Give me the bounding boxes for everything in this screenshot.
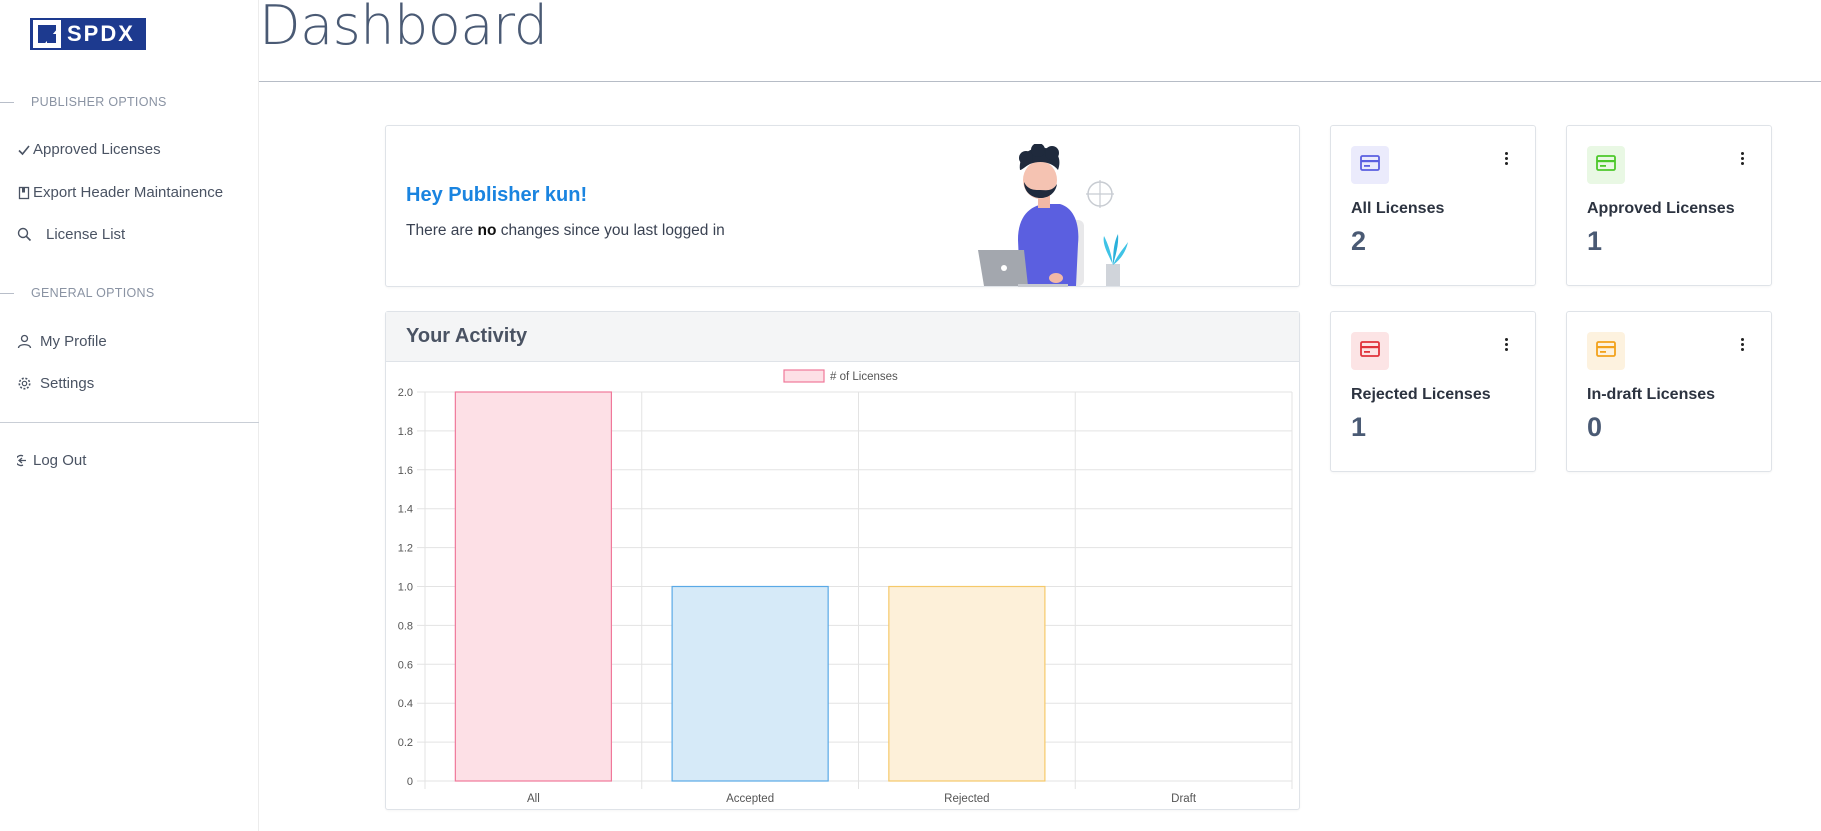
y-tick-label: 1.6	[398, 465, 413, 477]
card-icon	[1360, 154, 1380, 176]
bar-all	[454, 391, 613, 782]
sidebar: SPDX PUBLISHER OPTIONS Approved Licenses…	[0, 0, 259, 831]
section-dash	[0, 101, 14, 103]
legend-label: # of Licenses	[830, 371, 898, 383]
welcome-text-before: There are	[406, 222, 478, 239]
stat-label: Approved Licenses	[1587, 200, 1735, 217]
stat-card-all-licenses: All Licenses 2	[1330, 125, 1536, 286]
logout-label: Log Out	[33, 452, 87, 469]
card-icon	[1596, 340, 1616, 362]
activity-header: Your Activity	[386, 312, 1299, 362]
sidebar-item-label: My Profile	[40, 333, 107, 350]
gear-icon	[16, 376, 32, 392]
y-tick-label: 0.8	[398, 620, 413, 632]
stat-label: In-draft Licenses	[1587, 386, 1716, 403]
welcome-text-bold: no	[477, 222, 497, 239]
welcome-card: Hey Publisher kun! There are no changes …	[385, 125, 1300, 287]
spdx-logo[interactable]: SPDX	[30, 18, 146, 50]
more-options-icon[interactable]	[1505, 338, 1509, 352]
welcome-text-after: changes since you last logged in	[496, 222, 725, 239]
sidebar-item-label: Export Header Maintainence	[33, 184, 224, 201]
stat-badge	[1587, 146, 1625, 184]
y-tick-label: 0.6	[398, 659, 413, 671]
y-tick-label: 2.0	[398, 387, 413, 399]
book-icon	[16, 185, 32, 201]
card-icon	[1360, 340, 1380, 362]
x-tick-label: Draft	[1171, 793, 1197, 805]
section-dash	[0, 292, 14, 294]
sidebar-divider	[0, 422, 259, 423]
sidebar-item-label: Settings	[40, 375, 95, 392]
check-icon	[16, 142, 32, 158]
section-label-text: PUBLISHER OPTIONS	[31, 95, 167, 109]
sidebar-item-label: Approved Licenses	[33, 141, 161, 158]
y-tick-label: 0.2	[398, 737, 413, 749]
stat-label: All Licenses	[1351, 200, 1445, 217]
sidebar-item-my-profile[interactable]: My Profile	[16, 333, 107, 350]
activity-bar-chart: 0 0.2 0.4 0.6 0.8 1.0 1.2 1.4 1.6 1.8 2.0 All Accept…	[398, 369, 1293, 805]
y-tick-label: 1.2	[398, 543, 413, 555]
search-icon	[16, 227, 32, 243]
stat-value: 1	[1351, 412, 1367, 442]
stat-badge	[1351, 332, 1389, 370]
legend-swatch	[783, 369, 825, 383]
stat-card-rejected-licenses: Rejected Licenses 1	[1330, 311, 1536, 472]
sidebar-item-license-list[interactable]: License List	[16, 226, 125, 243]
sidebar-item-approved-licenses[interactable]: Approved Licenses	[16, 141, 161, 158]
bar-rejected	[888, 585, 1046, 782]
stat-value: 2	[1351, 226, 1367, 256]
stat-value: 0	[1587, 412, 1603, 442]
more-options-icon[interactable]	[1741, 152, 1745, 166]
more-options-icon[interactable]	[1505, 152, 1509, 166]
logout-button[interactable]: Log Out	[16, 452, 86, 469]
section-label-general: GENERAL OPTIONS	[0, 286, 155, 300]
y-tick-label: 1.8	[398, 426, 413, 438]
welcome-text: There are no changes since you last logg…	[406, 222, 725, 240]
x-tick-label: Rejected	[944, 793, 989, 805]
stat-card-in-draft-licenses: In-draft Licenses 0	[1566, 311, 1772, 472]
x-tick-label: All	[527, 793, 540, 805]
header-divider	[259, 81, 1821, 82]
sidebar-item-export-header[interactable]: Export Header Maintainence	[16, 184, 223, 201]
section-label-text: GENERAL OPTIONS	[31, 286, 155, 300]
publisher-illustration	[958, 143, 1138, 288]
y-tick-label: 0.4	[398, 698, 413, 710]
activity-card: Your Activity 0 0.2 0.4 0.6 0.8 1.0 1.2 1.4 1.6 1…	[385, 311, 1300, 810]
card-icon	[1596, 154, 1616, 176]
stat-card-approved-licenses: Approved Licenses 1	[1566, 125, 1772, 286]
logout-icon	[16, 453, 32, 469]
y-tick-label: 1.0	[398, 582, 413, 594]
more-options-icon[interactable]	[1741, 338, 1745, 352]
page-title: Dashboard	[259, 0, 548, 57]
stat-value: 1	[1587, 226, 1603, 256]
y-tick-label: 1.4	[398, 504, 413, 516]
logo-text: SPDX	[67, 21, 135, 46]
sidebar-item-label: License List	[46, 226, 126, 243]
welcome-title: Hey Publisher kun!	[406, 184, 588, 206]
sidebar-item-settings[interactable]: Settings	[16, 375, 94, 392]
activity-title: Your Activity	[406, 325, 528, 347]
user-icon	[16, 334, 32, 350]
spdx-logo-mark-icon	[33, 20, 61, 48]
bar-accepted	[671, 585, 829, 782]
section-label-publisher: PUBLISHER OPTIONS	[0, 95, 167, 109]
stat-badge	[1351, 146, 1389, 184]
x-tick-label: Accepted	[726, 793, 774, 805]
stat-badge	[1587, 332, 1625, 370]
stat-label: Rejected Licenses	[1351, 386, 1491, 403]
y-tick-label: 0	[407, 776, 413, 788]
